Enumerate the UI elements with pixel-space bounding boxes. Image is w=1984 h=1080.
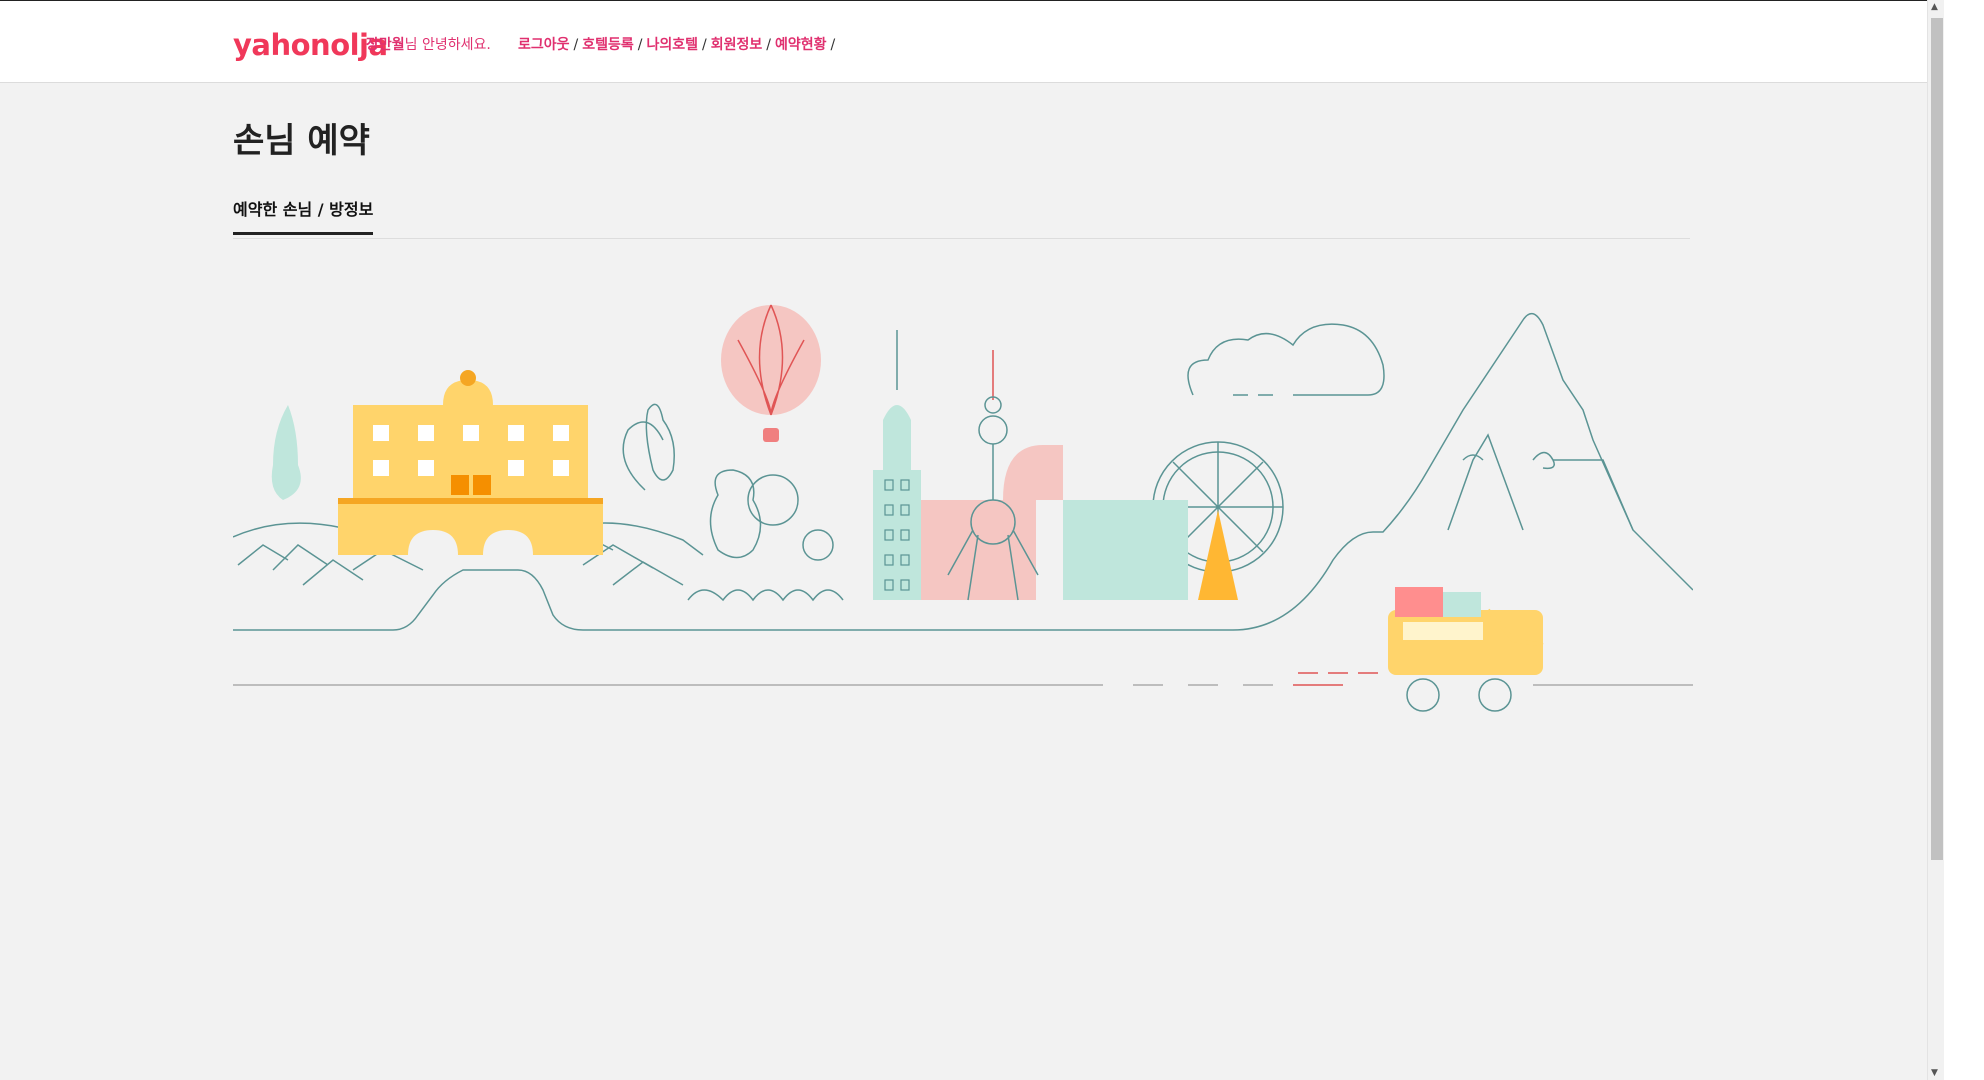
vertical-scrollbar[interactable]: ▲ ▼	[1927, 0, 1945, 1080]
nav-separator: /	[702, 37, 707, 53]
page-title: 손님 예약	[233, 121, 370, 161]
nav-member-info[interactable]: 회원정보	[711, 37, 763, 53]
greeting-text: 님 안녕하세요.	[404, 37, 491, 53]
nav-separator: /	[830, 37, 836, 53]
tab-bar: 예약한 손님 / 방정보	[233, 196, 1690, 239]
nav-reservation-status[interactable]: 예약현황	[775, 37, 827, 53]
nav-logout[interactable]: 로그아웃	[518, 37, 570, 53]
nav-hotel-register[interactable]: 호텔등록	[582, 37, 634, 53]
scroll-up-icon[interactable]: ▲	[1931, 2, 1938, 12]
nav-my-hotel[interactable]: 나의호텔	[647, 37, 699, 53]
city-travel-illustration	[232, 300, 1694, 724]
nav-separator: /	[637, 37, 643, 53]
window-edge	[1944, 0, 1984, 1080]
scroll-thumb[interactable]	[1931, 18, 1943, 860]
site-header: yahonolja 장만월님 안녕하세요. 로그아웃 / 호텔등록 / 나의호텔 / 회원정…	[0, 1, 1927, 83]
user-greeting: 장만월님 안녕하세요.	[366, 34, 491, 54]
scroll-down-icon[interactable]: ▼	[1931, 1068, 1938, 1078]
nav-separator: /	[573, 37, 579, 53]
nav-separator: /	[766, 37, 771, 53]
top-nav: 로그아웃 / 호텔등록 / 나의호텔 / 회원정보 / 예약현황 /	[518, 34, 839, 54]
brand-logo[interactable]: yahonolja	[233, 28, 388, 62]
illustration-svg	[232, 304, 1694, 712]
tab-reserved-guests-rooms[interactable]: 예약한 손님 / 방정보	[233, 196, 374, 235]
user-name: 장만월	[366, 37, 405, 53]
